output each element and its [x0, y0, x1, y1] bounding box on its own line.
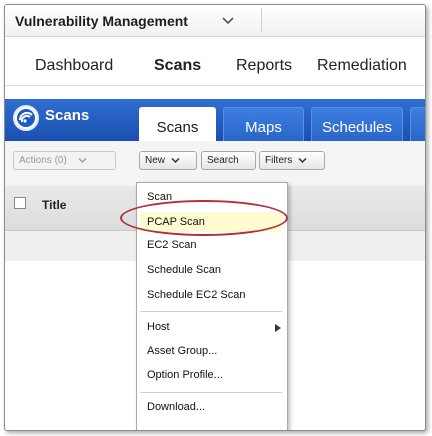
tab-schedules[interactable]: Schedules	[311, 107, 403, 141]
chevron-down-icon	[78, 157, 87, 163]
nav-item-scans[interactable]: Scans	[154, 57, 201, 75]
chevron-down-icon	[171, 157, 180, 163]
scans-logo-icon	[13, 105, 39, 131]
filters-label: Filters	[265, 155, 293, 166]
nav-item-remediation[interactable]: Remediation	[317, 57, 407, 75]
actions-button[interactable]: Actions (0)	[13, 151, 116, 170]
menu-divider	[140, 311, 282, 312]
tab-label: Schedules	[321, 119, 393, 136]
menu-item-scan[interactable]: Scan	[147, 191, 172, 203]
menu-item-schedule-scan[interactable]: Schedule Scan	[147, 264, 221, 276]
new-button[interactable]: New	[139, 151, 197, 170]
search-label: Search	[207, 155, 239, 166]
filters-button[interactable]: Filters	[259, 151, 325, 170]
menu-divider	[140, 392, 282, 393]
menu-item-option-profile[interactable]: Option Profile...	[147, 369, 223, 381]
menu-item-download[interactable]: Download...	[147, 401, 205, 413]
main-nav: Dashboard Scans Reports Remediation	[5, 37, 425, 86]
module-title: Scans	[45, 107, 90, 124]
menu-item-schedule-ec2-scan[interactable]: Schedule EC2 Scan	[147, 289, 245, 301]
actions-label: Actions (0)	[19, 155, 67, 166]
app-bar: Vulnerability Management	[5, 5, 425, 37]
nav-item-dashboard[interactable]: Dashboard	[35, 57, 113, 75]
menu-item-asset-group[interactable]: Asset Group...	[147, 345, 217, 357]
menu-item-host[interactable]: Host	[147, 321, 170, 333]
column-header-title[interactable]: Title	[42, 198, 66, 212]
tab-scans[interactable]: Scans	[139, 107, 216, 141]
divider	[261, 8, 262, 32]
menu-item-pcap-scan[interactable]: PCAP Scan	[140, 212, 282, 232]
nav-item-reports[interactable]: Reports	[236, 57, 292, 75]
module-bar: Scans Scans Maps Schedules	[5, 99, 425, 141]
chevron-down-icon	[298, 157, 307, 163]
toolbar: Actions (0) New Search Filters	[5, 141, 425, 187]
new-dropdown-menu: Scan PCAP Scan EC2 Scan Schedule Scan Sc…	[136, 182, 288, 430]
app-window: Vulnerability Management Dashboard Scans…	[4, 4, 426, 431]
select-all-checkbox[interactable]	[14, 197, 26, 209]
menu-item-ec2-scan[interactable]: EC2 Scan	[147, 239, 197, 251]
search-button[interactable]: Search	[201, 151, 256, 170]
menu-item-label: PCAP Scan	[147, 216, 205, 228]
tab-maps[interactable]: Maps	[223, 107, 304, 141]
chevron-down-icon[interactable]	[222, 15, 234, 25]
tab-label: Scans	[156, 119, 199, 136]
new-label: New	[145, 155, 166, 166]
app-title[interactable]: Vulnerability Management	[15, 13, 188, 29]
tab-label: Maps	[245, 119, 282, 136]
tab-overflow[interactable]	[410, 107, 425, 141]
submenu-arrow-icon	[275, 324, 281, 332]
